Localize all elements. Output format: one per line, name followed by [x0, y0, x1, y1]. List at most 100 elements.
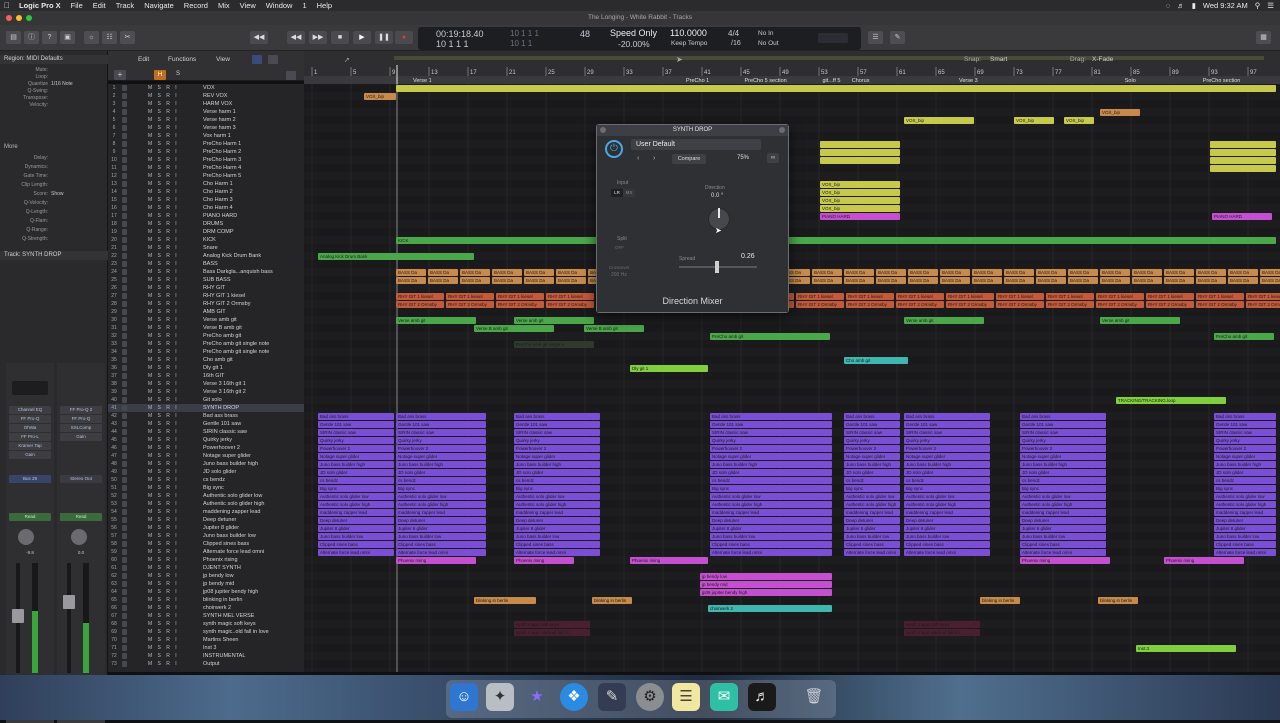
region[interactable]: Verse amb git [514, 316, 594, 324]
track-mute-solo-buttons[interactable]: M S R I [148, 508, 179, 516]
region[interactable]: BASS Da [1068, 276, 1098, 284]
region[interactable]: Juno bass builder high [844, 460, 900, 468]
track-header[interactable]: 67 M S R I SYNTH MEL VERSE [108, 612, 304, 620]
track-lane[interactable] [304, 180, 1280, 188]
region[interactable]: Verse B amb git [474, 324, 554, 332]
track-name[interactable]: Verse harm 2 [203, 116, 236, 124]
region[interactable]: cs bendz [1214, 476, 1276, 484]
bypass-power-icon[interactable]: ⏻ [605, 140, 623, 158]
track-name[interactable]: Cho Harm 2 [203, 188, 233, 196]
region[interactable]: BASS Da [908, 268, 938, 276]
region[interactable]: VOX_bip [1064, 116, 1094, 124]
toolbar-button[interactable]: ▣ [60, 31, 75, 44]
track-header[interactable]: 23 M S R I BASS [108, 260, 304, 268]
region[interactable]: Deep detuner [396, 516, 486, 524]
track-header[interactable]: 58 M S R I Clipped sines bass [108, 540, 304, 548]
region[interactable]: Phoenix rising [630, 556, 708, 564]
region[interactable]: RHY GIT 1 kiesel [446, 292, 494, 300]
library-button[interactable]: ▤ [6, 31, 21, 44]
region[interactable]: BASS Da [1132, 268, 1162, 276]
region[interactable]: Juno bass builder high [904, 460, 990, 468]
track-name[interactable]: VOX [203, 84, 215, 92]
track-mute-solo-buttons[interactable]: M S R I [148, 492, 179, 500]
track-lane[interactable] [304, 92, 1280, 100]
track-name[interactable]: Cho amb git [203, 356, 233, 364]
track-mute-solo-buttons[interactable]: M S R I [148, 204, 179, 212]
split-value[interactable]: OFF [615, 245, 624, 250]
menu-app[interactable]: Logic Pro X [14, 1, 66, 10]
region[interactable]: BASS Da [1164, 276, 1194, 284]
track-header[interactable]: 41 M S R I SYNTH DROP [108, 404, 304, 412]
region[interactable]: RHY GIT 1 kiesel [1096, 292, 1144, 300]
region[interactable]: Jupiter 8 glider [396, 524, 486, 532]
track-name[interactable]: Martins Sheen [203, 636, 238, 644]
menu-navigate[interactable]: Navigate [139, 1, 179, 10]
track-header[interactable]: 48 M S R I Juno bass builder high [108, 460, 304, 468]
track-header[interactable]: 47 M S R I Notage super glider [108, 452, 304, 460]
plugin-slot-6[interactable]: Gain [9, 451, 51, 459]
edit-menu[interactable]: Edit [138, 56, 149, 63]
region[interactable]: Alternate force lead omni [844, 548, 900, 556]
track-lane[interactable] [304, 652, 1280, 660]
track-lane[interactable] [304, 228, 1280, 236]
region[interactable]: Notage super glider [396, 452, 486, 460]
track-name[interactable]: RHY GIT [203, 284, 225, 292]
region[interactable]: Quirky jerky [1020, 436, 1106, 444]
track-name[interactable]: maddening zapper lead [203, 508, 261, 516]
track-name[interactable]: Analog Kick Drum Bank [203, 252, 261, 260]
track-header[interactable]: 51 M S R I Big sync [108, 484, 304, 492]
track-name[interactable]: SYNTH DROP [203, 404, 239, 412]
track-header[interactable]: 62 M S R I jp bendy low [108, 572, 304, 580]
region[interactable]: Juno bass builder high [1020, 460, 1106, 468]
track-header[interactable]: 20 M S R I KICK [108, 236, 304, 244]
track-header[interactable]: 54 M S R I maddening zapper lead [108, 508, 304, 516]
track-header[interactable]: 3 M S R I HARM VOX [108, 100, 304, 108]
spotlight-icon[interactable]: ⚲ [1255, 1, 1261, 10]
track-name[interactable]: Cho Harm 3 [203, 196, 233, 204]
track-name[interactable]: JD solo glider [203, 468, 236, 476]
region[interactable]: Big sync [710, 484, 832, 492]
region[interactable]: Alternate force lead omni [1214, 548, 1276, 556]
automation-mode[interactable]: Read [60, 513, 102, 521]
track-lane[interactable] [304, 196, 1280, 204]
region[interactable]: VOX_bip [1014, 116, 1054, 124]
track-lane[interactable] [304, 124, 1280, 132]
region[interactable]: RHY GIT 1 kiesel [396, 292, 444, 300]
region[interactable]: RHY GIT 2 Ormsby [546, 300, 594, 308]
track-mute-solo-buttons[interactable]: M S R I [148, 308, 179, 316]
track-header[interactable]: 6 M S R I Verse harm 3 [108, 124, 304, 132]
region[interactable]: SIRIN classic saw [1020, 428, 1106, 436]
track-mute-solo-buttons[interactable]: M S R I [148, 236, 179, 244]
track-name[interactable]: Notage super glider [203, 452, 251, 460]
track-header[interactable]: 14 M S R I Cho Harm 2 [108, 188, 304, 196]
track-name[interactable]: Bass Darkgla...anquish bass [203, 268, 273, 276]
track-header[interactable]: 9 M S R I PreCho Harm 2 [108, 148, 304, 156]
region[interactable]: BASS Da [1228, 268, 1258, 276]
region[interactable]: Analog Kick Drum Bank [318, 252, 474, 260]
region[interactable]: VOX_bip [904, 116, 974, 124]
track-mute-solo-buttons[interactable]: M S R I [148, 180, 179, 188]
lcd-time-signature[interactable]: 4/4 [728, 29, 739, 38]
region[interactable]: maddening zapper lead [1020, 508, 1106, 516]
region[interactable]: Juno bass builder low [1214, 532, 1276, 540]
track-mute-solo-buttons[interactable]: M S R I [148, 460, 179, 468]
track-lane[interactable] [304, 668, 1280, 672]
track-lane[interactable] [304, 212, 1280, 220]
track-mute-solo-buttons[interactable]: M S R I [148, 132, 179, 140]
track-name[interactable]: Git solo [203, 396, 222, 404]
track-header[interactable]: 36 M S R I Dly git 1 [108, 364, 304, 372]
region[interactable]: Big sync [318, 484, 394, 492]
region[interactable]: jp08 jupiter bendy high [700, 588, 832, 596]
track-name[interactable]: Verse B amb git [203, 324, 242, 332]
input-lr-button[interactable]: LR [611, 189, 623, 197]
system-preferences-icon[interactable]: ⚙ [636, 683, 664, 711]
region[interactable]: BASS Da [492, 268, 522, 276]
track-mute-solo-buttons[interactable]: M S R I [148, 364, 179, 372]
inspector-row-value[interactable]: 1/16 Note [51, 81, 73, 87]
logic-pro-icon[interactable]: ♬ [748, 683, 776, 711]
plugin-slot-3[interactable]: SSLComp [60, 424, 102, 432]
track-header[interactable]: 42 M S R I Bad ass brass [108, 412, 304, 420]
menu-window[interactable]: Window [261, 1, 298, 10]
track-inspector-header[interactable]: Track: SYNTH DROP [0, 251, 108, 260]
track-lane[interactable] [304, 380, 1280, 388]
